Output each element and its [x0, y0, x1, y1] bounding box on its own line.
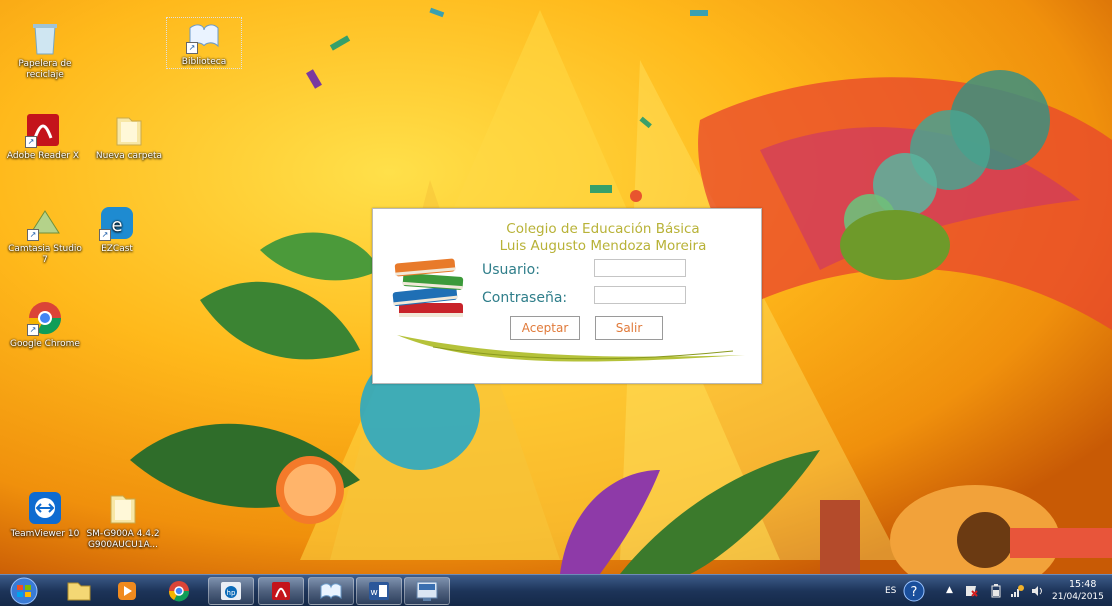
library-shortcut-icon: ↗ [186, 18, 222, 54]
adobe-reader-icon: ↗ [25, 112, 61, 148]
shortcut-arrow-icon: ↗ [25, 136, 37, 148]
taskbar-library-app[interactable] [308, 577, 354, 605]
desktop-icon-label: SM-G900A 4.4.2 G900AUCU1A... [86, 529, 160, 550]
desktop-icon-ezcast[interactable]: e ↗ EZCast [80, 205, 154, 255]
books-icon [392, 258, 464, 317]
desktop: Papelera de reciclaje ↗ Biblioteca ↗ Ado… [0, 0, 1112, 606]
desktop-icon-label: TeamViewer 10 [10, 529, 80, 539]
desktop-icon-recycle-bin[interactable]: Papelera de reciclaje [8, 20, 82, 81]
taskbar-hp[interactable]: hp [208, 577, 254, 605]
desktop-icon-adobe-reader[interactable]: ↗ Adobe Reader X [6, 112, 80, 162]
volume-icon[interactable] [1030, 583, 1044, 597]
taskbar-adobe-reader[interactable] [258, 577, 304, 605]
library-app-icon [320, 583, 342, 600]
chrome-icon: ↗ [27, 300, 63, 336]
shortcut-arrow-icon: ↗ [27, 324, 39, 336]
clock-date[interactable]: 21/04/2015 [1052, 592, 1104, 602]
media-player-icon [118, 582, 136, 600]
decorative-swoosh [397, 335, 745, 362]
recycle-bin-icon [27, 20, 63, 56]
adobe-reader-icon [272, 582, 290, 600]
desktop-icon-label: Camtasia Studio 7 [8, 244, 82, 265]
show-hidden-icons-icon[interactable]: ▲ [946, 585, 953, 595]
username-input[interactable] [594, 259, 686, 277]
clock-time[interactable]: 15:48 [1069, 579, 1096, 590]
taskbar-remote-app[interactable] [404, 577, 450, 605]
word-icon: w [369, 582, 389, 600]
remote-app-icon [416, 581, 438, 601]
desktop-icon-camtasia[interactable]: ↗ Camtasia Studio 7 [8, 205, 82, 266]
camtasia-icon: ↗ [27, 205, 63, 241]
desktop-icon-google-chrome[interactable]: ↗ Google Chrome [8, 300, 82, 350]
taskbar-media-player[interactable] [104, 577, 150, 605]
desktop-icon-label: Biblioteca [181, 57, 227, 67]
desktop-icon-sm-g900a[interactable]: SM-G900A 4.4.2 G900AUCU1A... [86, 490, 160, 551]
desktop-icon-label: Nueva carpeta [95, 151, 163, 161]
shortcut-arrow-icon: ↗ [186, 42, 198, 54]
desktop-icon-biblioteca[interactable]: ↗ Biblioteca [166, 17, 242, 69]
desktop-icon-label: Papelera de reciclaje [18, 59, 72, 80]
svg-text:w: w [370, 588, 377, 598]
file-explorer-icon [67, 582, 91, 601]
password-label: Contraseña: [482, 290, 568, 306]
action-center-icon[interactable] [964, 583, 978, 597]
school-name-line1: Colegio de Educación Básica [506, 221, 700, 237]
desktop-icon-nueva-carpeta[interactable]: Nueva carpeta [92, 112, 166, 162]
svg-text:?: ? [911, 585, 918, 600]
desktop-icon-label: Google Chrome [10, 339, 80, 349]
svg-text:hp: hp [227, 589, 236, 597]
hp-icon: hp [221, 582, 241, 600]
ezcast-icon: e ↗ [99, 205, 135, 241]
password-input[interactable] [594, 286, 686, 304]
chrome-icon [168, 581, 190, 602]
username-label: Usuario: [482, 262, 540, 278]
taskbar: hp w ES ? ▲ 15:48 21/04/2015 [0, 574, 1112, 606]
help-tray-button[interactable]: ? [902, 579, 926, 603]
network-icon[interactable] [1010, 583, 1024, 597]
taskbar-word[interactable]: w [356, 577, 402, 605]
start-orb-icon [10, 577, 38, 605]
folder-icon [111, 112, 147, 148]
desktop-icon-teamviewer[interactable]: TeamViewer 10 [8, 490, 82, 540]
school-name-line2: Luis Augusto Mendoza Moreira [499, 238, 707, 254]
shortcut-arrow-icon: ↗ [27, 229, 39, 241]
start-button[interactable] [4, 577, 44, 605]
battery-icon[interactable] [990, 583, 1002, 598]
shortcut-arrow-icon: ↗ [99, 229, 111, 241]
desktop-icon-label: Adobe Reader X [6, 151, 80, 161]
desktop-icon-label: EZCast [101, 244, 133, 254]
teamviewer-icon [27, 490, 63, 526]
taskbar-file-explorer[interactable] [56, 577, 102, 605]
folder-icon [105, 490, 141, 526]
taskbar-chrome[interactable] [156, 577, 202, 605]
help-icon: ? [903, 580, 925, 602]
language-indicator[interactable]: ES [885, 586, 896, 596]
svg-text:e: e [111, 215, 122, 236]
login-dialog: Colegio de Educación Básica Luis Augusto… [372, 208, 762, 384]
